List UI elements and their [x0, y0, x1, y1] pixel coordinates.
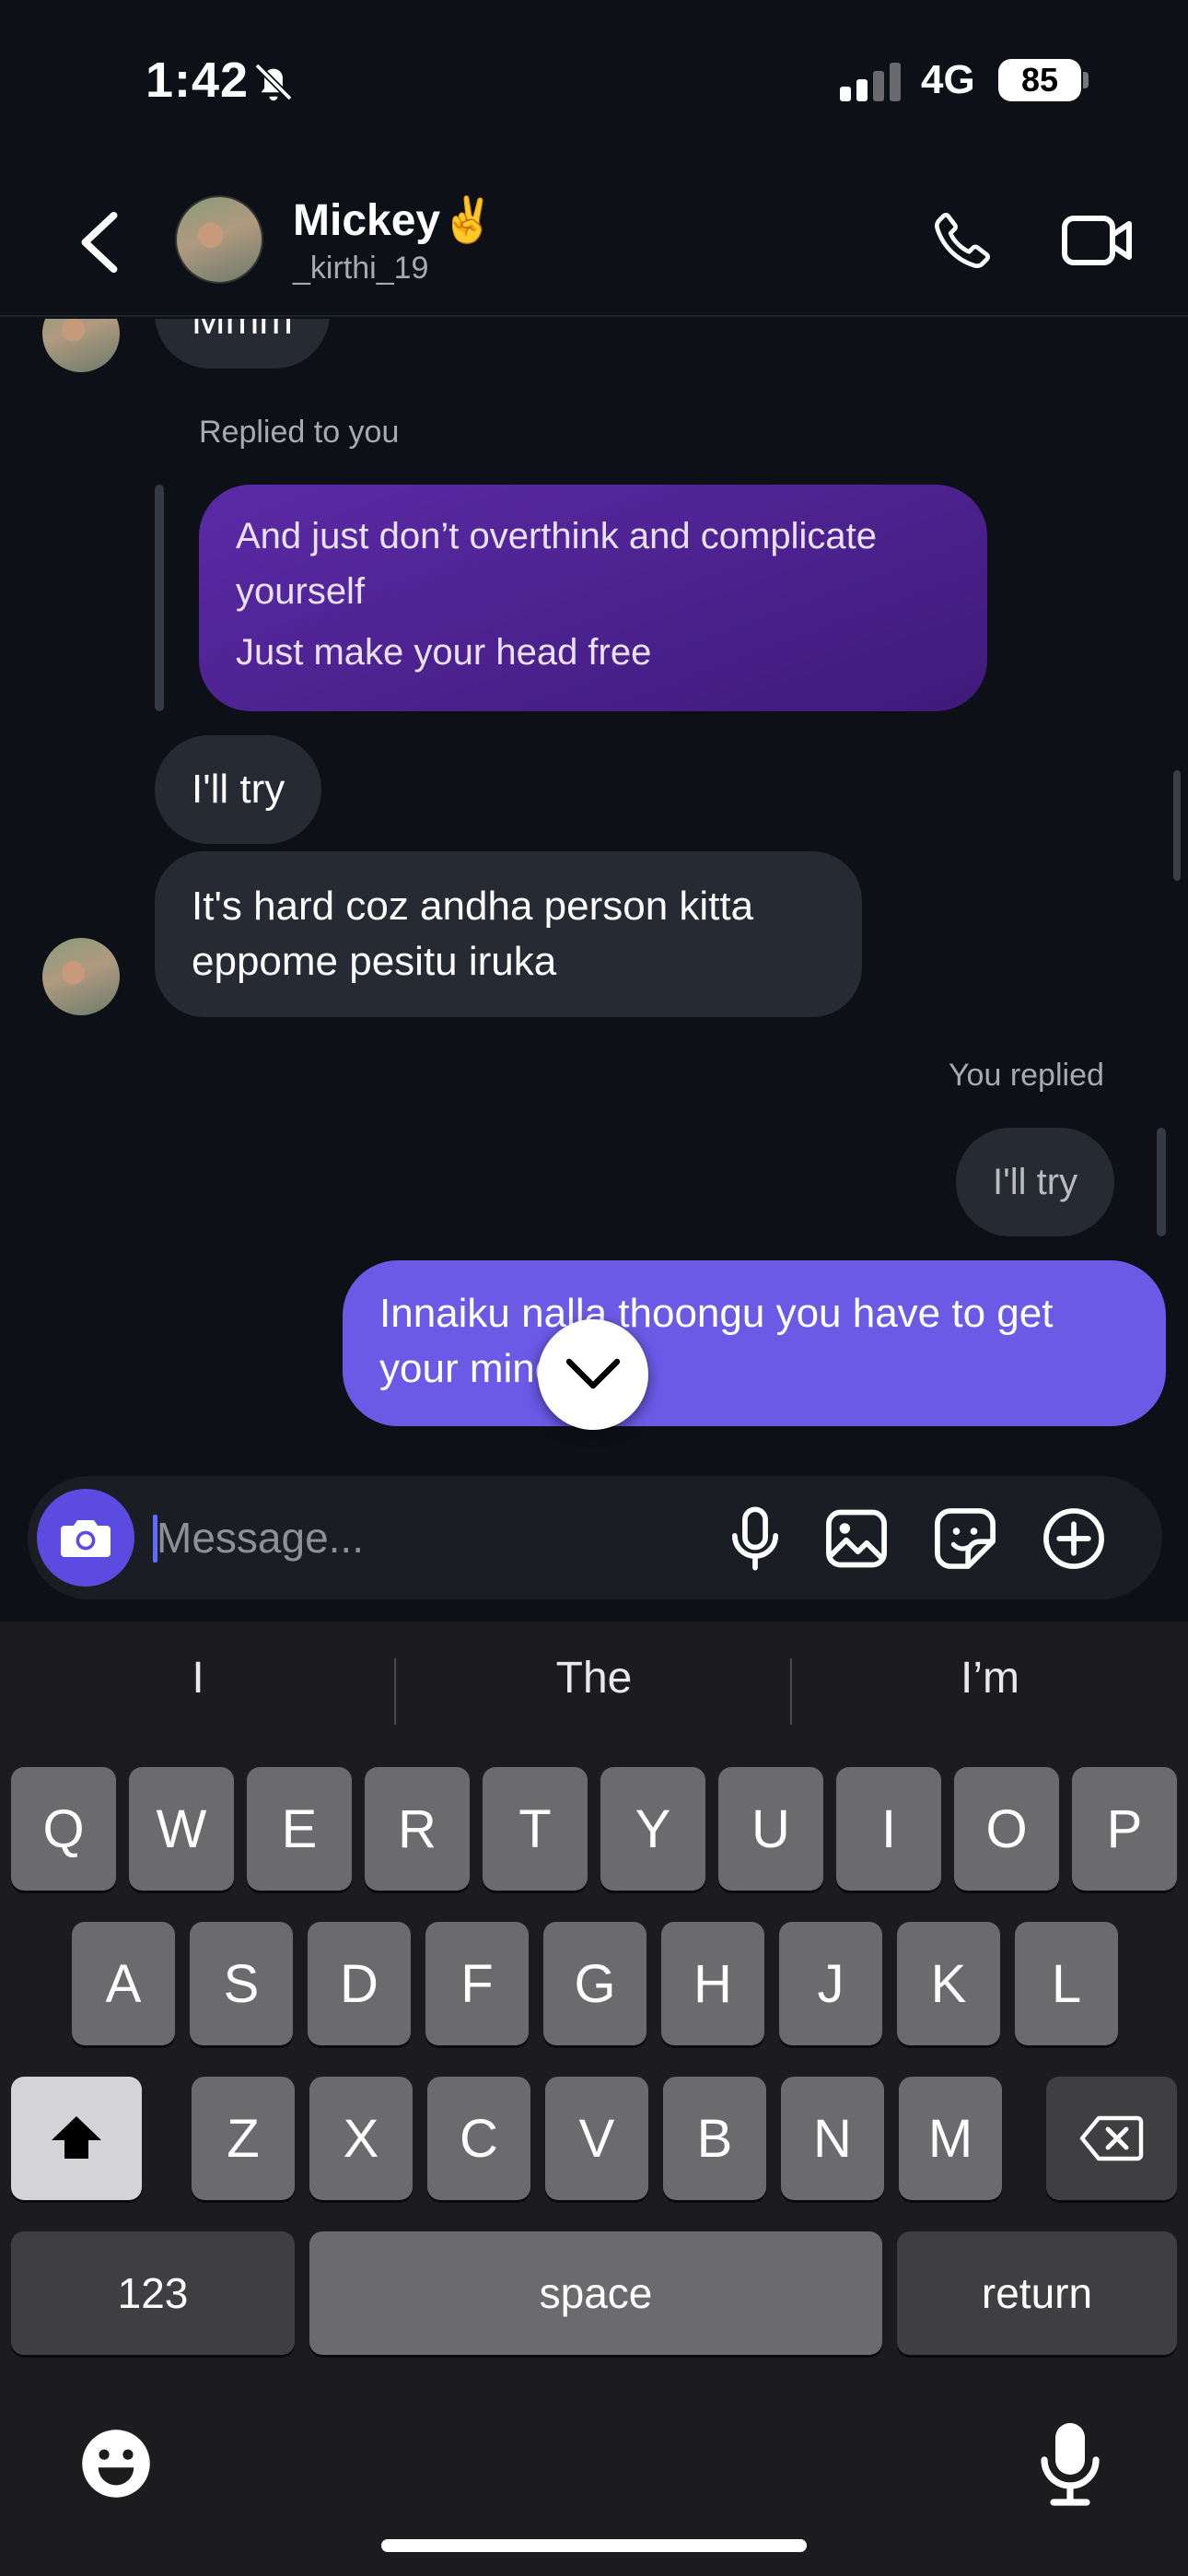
emoji-icon[interactable] [77, 2425, 155, 2502]
key-c[interactable]: C [427, 2077, 530, 2200]
backspace-key[interactable] [1046, 2077, 1177, 2200]
reply-context-label: You replied [949, 1058, 1104, 1093]
contact-avatar-small [42, 319, 120, 372]
sticker-icon[interactable] [930, 1504, 1000, 1574]
microphone-icon[interactable] [720, 1504, 790, 1574]
image-icon[interactable] [821, 1504, 891, 1574]
keyboard: I The I’m Q W E R T Y U I O P A S D F G … [0, 1622, 1188, 2576]
suggestion-1[interactable]: I [0, 1653, 396, 1704]
status-time: 1:42 [146, 53, 250, 108]
key-a[interactable]: A [72, 1922, 175, 2045]
contact-handle[interactable]: _kirthi_19 [293, 251, 428, 287]
key-q[interactable]: Q [11, 1767, 116, 1891]
chevron-left-icon[interactable] [74, 210, 125, 275]
shift-key[interactable] [11, 2077, 142, 2200]
numbers-key[interactable]: 123 [11, 2231, 295, 2355]
key-p[interactable]: P [1072, 1767, 1177, 1891]
quoted-line-2: yourself [236, 571, 366, 612]
home-indicator[interactable] [381, 2539, 807, 2552]
bell-muted-icon [254, 63, 293, 101]
space-key[interactable]: space [309, 2231, 882, 2355]
scrollbar[interactable] [1173, 770, 1181, 881]
shift-icon [52, 2116, 101, 2159]
key-i[interactable]: I [836, 1767, 941, 1891]
predictive-bar: I The I’m [0, 1622, 1188, 1760]
contact-avatar[interactable] [175, 195, 263, 284]
key-h[interactable]: H [661, 1922, 764, 2045]
message-bubble-received[interactable]: I'll try [155, 735, 322, 844]
signal-icon [840, 63, 901, 101]
message-text: I'll try [993, 1162, 1078, 1202]
message-text: Mmm [192, 319, 293, 343]
reply-context-label: Replied to you [199, 415, 400, 450]
dictation-icon[interactable] [1035, 2419, 1105, 2508]
message-bubble-sent[interactable]: Innaiku nalla thoongu you have to get yo… [343, 1260, 1166, 1426]
message-thread[interactable]: Mmm Replied to you And just don’t overth… [0, 319, 1188, 1470]
message-bubble-received[interactable]: Mmm [155, 319, 330, 369]
suggestion-3[interactable]: I’m [792, 1653, 1188, 1704]
quote-bar [1157, 1128, 1166, 1236]
status-bar: 1:42 4G 85 [0, 0, 1188, 157]
key-w[interactable]: W [129, 1767, 234, 1891]
message-composer [28, 1476, 1162, 1599]
key-z[interactable]: Z [192, 2077, 295, 2200]
quote-bar [155, 485, 164, 711]
camera-button[interactable] [37, 1489, 134, 1587]
quoted-line-3: Just make your head free [236, 632, 652, 673]
battery-nub [1083, 72, 1089, 88]
video-icon[interactable] [1061, 212, 1135, 269]
key-f[interactable]: F [425, 1922, 529, 2045]
message-text: I'll try [192, 767, 285, 812]
camera-icon [61, 1520, 111, 1557]
chat-header: Mickey✌️ _kirthi_19 [0, 157, 1188, 317]
battery-indicator: 85 [998, 59, 1081, 101]
key-x[interactable]: X [309, 2077, 413, 2200]
key-y[interactable]: Y [600, 1767, 705, 1891]
return-key[interactable]: return [897, 2231, 1177, 2355]
key-n[interactable]: N [781, 2077, 884, 2200]
battery-level: 85 [1020, 61, 1059, 99]
message-line-2: eppome pesitu iruka [192, 939, 557, 984]
message-bubble-received[interactable]: It's hard coz andha person kitta eppome … [155, 851, 862, 1017]
plus-circle-icon[interactable] [1039, 1504, 1109, 1574]
phone-icon[interactable] [930, 208, 995, 273]
suggestion-2[interactable]: The [396, 1653, 792, 1704]
key-j[interactable]: J [779, 1922, 882, 2045]
key-d[interactable]: D [308, 1922, 411, 2045]
message-line-1: Innaiku nalla thoongu you have to get [379, 1291, 1054, 1336]
key-t[interactable]: T [483, 1767, 588, 1891]
key-k[interactable]: K [897, 1922, 1000, 2045]
network-label: 4G [921, 57, 975, 102]
contact-avatar-small [42, 938, 120, 1015]
key-e[interactable]: E [247, 1767, 352, 1891]
scroll-to-bottom-button[interactable] [538, 1319, 648, 1430]
key-g[interactable]: G [543, 1922, 646, 2045]
key-m[interactable]: M [899, 2077, 1002, 2200]
key-r[interactable]: R [365, 1767, 470, 1891]
quoted-message-bubble[interactable]: I'll try [956, 1128, 1115, 1236]
key-v[interactable]: V [545, 2077, 648, 2200]
message-line-1: It's hard coz andha person kitta [192, 884, 754, 929]
chevron-down-icon [565, 1358, 621, 1389]
key-u[interactable]: U [718, 1767, 823, 1891]
key-s[interactable]: S [190, 1922, 293, 2045]
key-l[interactable]: L [1015, 1922, 1118, 2045]
key-o[interactable]: O [954, 1767, 1059, 1891]
quoted-line-1: And just don’t overthink and complicate [236, 516, 877, 556]
message-line-2: your mind free [379, 1346, 639, 1391]
key-b[interactable]: B [663, 2077, 766, 2200]
message-input[interactable] [157, 1504, 691, 1572]
contact-name[interactable]: Mickey✌️ [293, 193, 495, 246]
quoted-message-bubble[interactable]: And just don’t overthink and complicate … [199, 485, 987, 711]
backspace-icon [1079, 2115, 1144, 2161]
